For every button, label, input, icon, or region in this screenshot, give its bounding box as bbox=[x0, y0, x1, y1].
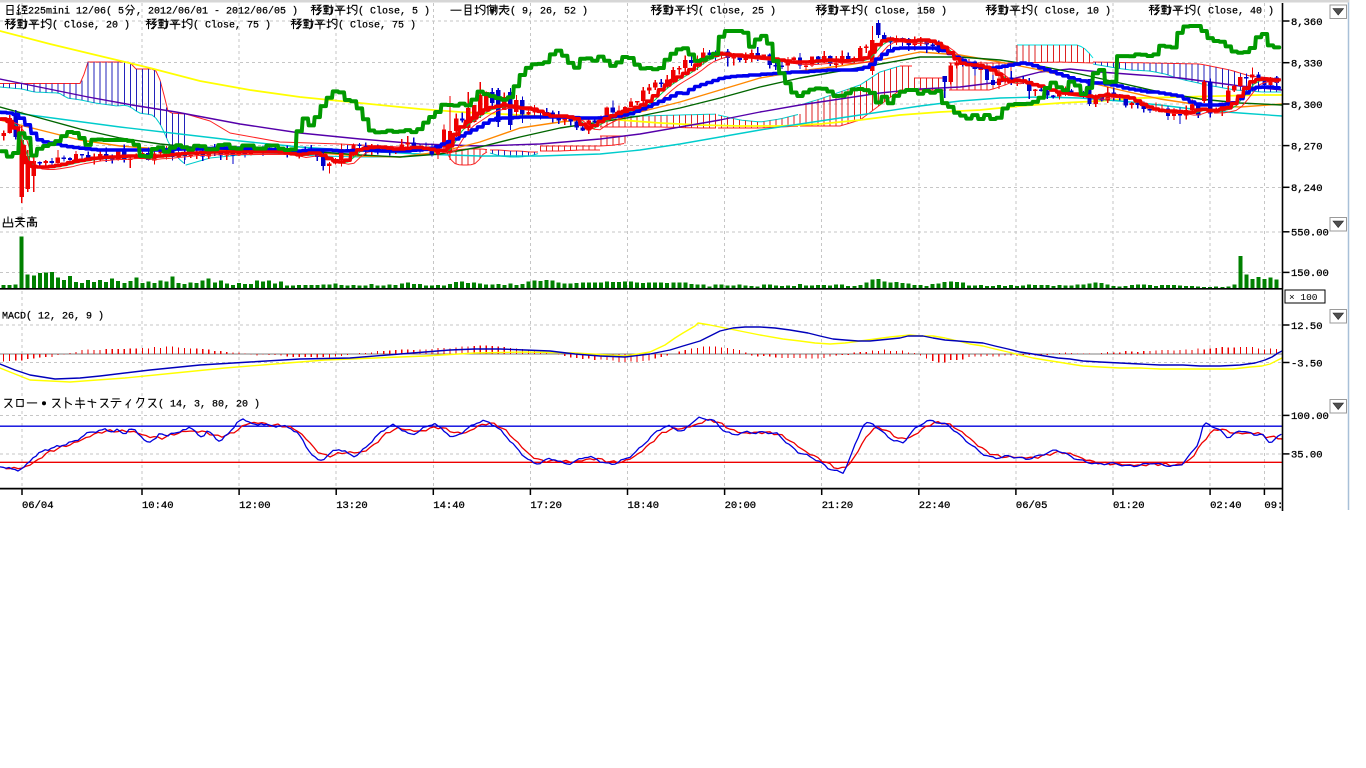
svg-text:150.00: 150.00 bbox=[1291, 268, 1329, 280]
svg-text:22:40: 22:40 bbox=[919, 500, 951, 512]
svg-text:( Close, 10 ): ( Close, 10 ) bbox=[1033, 6, 1111, 18]
svg-text:12.50: 12.50 bbox=[1291, 321, 1323, 333]
svg-text:( Close, 75 ): ( Close, 75 ) bbox=[338, 20, 416, 32]
svg-text:, 2012/06/01 - 2012/06/05 ): , 2012/06/01 - 2012/06/05 ) bbox=[136, 6, 298, 18]
svg-text:( Close, 40 ): ( Close, 40 ) bbox=[1196, 6, 1274, 18]
svg-text:14:40: 14:40 bbox=[433, 500, 465, 512]
svg-text:06/04: 06/04 bbox=[22, 500, 54, 512]
svg-text:09:: 09: bbox=[1264, 500, 1283, 512]
svg-text:( Close, 150 ): ( Close, 150 ) bbox=[863, 6, 947, 18]
svg-text:8,240: 8,240 bbox=[1291, 183, 1323, 195]
svg-text:550.00: 550.00 bbox=[1291, 228, 1329, 240]
svg-text:01:20: 01:20 bbox=[1113, 500, 1145, 512]
svg-text:225mini 12/06( 5: 225mini 12/06( 5 bbox=[28, 6, 124, 18]
svg-text:21:20: 21:20 bbox=[822, 500, 854, 512]
svg-text:( 9, 26, 52 ): ( 9, 26, 52 ) bbox=[510, 6, 588, 18]
svg-text:20:00: 20:00 bbox=[725, 500, 757, 512]
svg-text:-3.50: -3.50 bbox=[1291, 358, 1323, 370]
svg-text:MACD( 12, 26, 9 ): MACD( 12, 26, 9 ) bbox=[2, 311, 104, 323]
svg-text:100.00: 100.00 bbox=[1291, 411, 1329, 423]
svg-text:8,330: 8,330 bbox=[1291, 59, 1323, 71]
svg-text:( 14, 3, 80, 20 ): ( 14, 3, 80, 20 ) bbox=[158, 399, 260, 411]
svg-text:18:40: 18:40 bbox=[628, 500, 660, 512]
svg-text:8,360: 8,360 bbox=[1291, 17, 1323, 29]
svg-text:10:40: 10:40 bbox=[142, 500, 174, 512]
svg-text:8,270: 8,270 bbox=[1291, 141, 1323, 153]
svg-text:17:20: 17:20 bbox=[530, 500, 562, 512]
svg-text:× 100: × 100 bbox=[1289, 292, 1318, 303]
svg-text:12:00: 12:00 bbox=[239, 500, 271, 512]
svg-text:02:40: 02:40 bbox=[1210, 500, 1242, 512]
svg-text:06/05: 06/05 bbox=[1016, 500, 1048, 512]
svg-text:( Close, 75 ): ( Close, 75 ) bbox=[193, 20, 271, 32]
svg-text:13:20: 13:20 bbox=[336, 500, 368, 512]
svg-text:( Close, 25 ): ( Close, 25 ) bbox=[698, 6, 776, 18]
svg-text:( Close, 5 ): ( Close, 5 ) bbox=[358, 6, 430, 18]
svg-text:( Close, 20 ): ( Close, 20 ) bbox=[52, 20, 130, 32]
svg-text:8,300: 8,300 bbox=[1291, 100, 1323, 112]
svg-text:35.00: 35.00 bbox=[1291, 450, 1323, 462]
